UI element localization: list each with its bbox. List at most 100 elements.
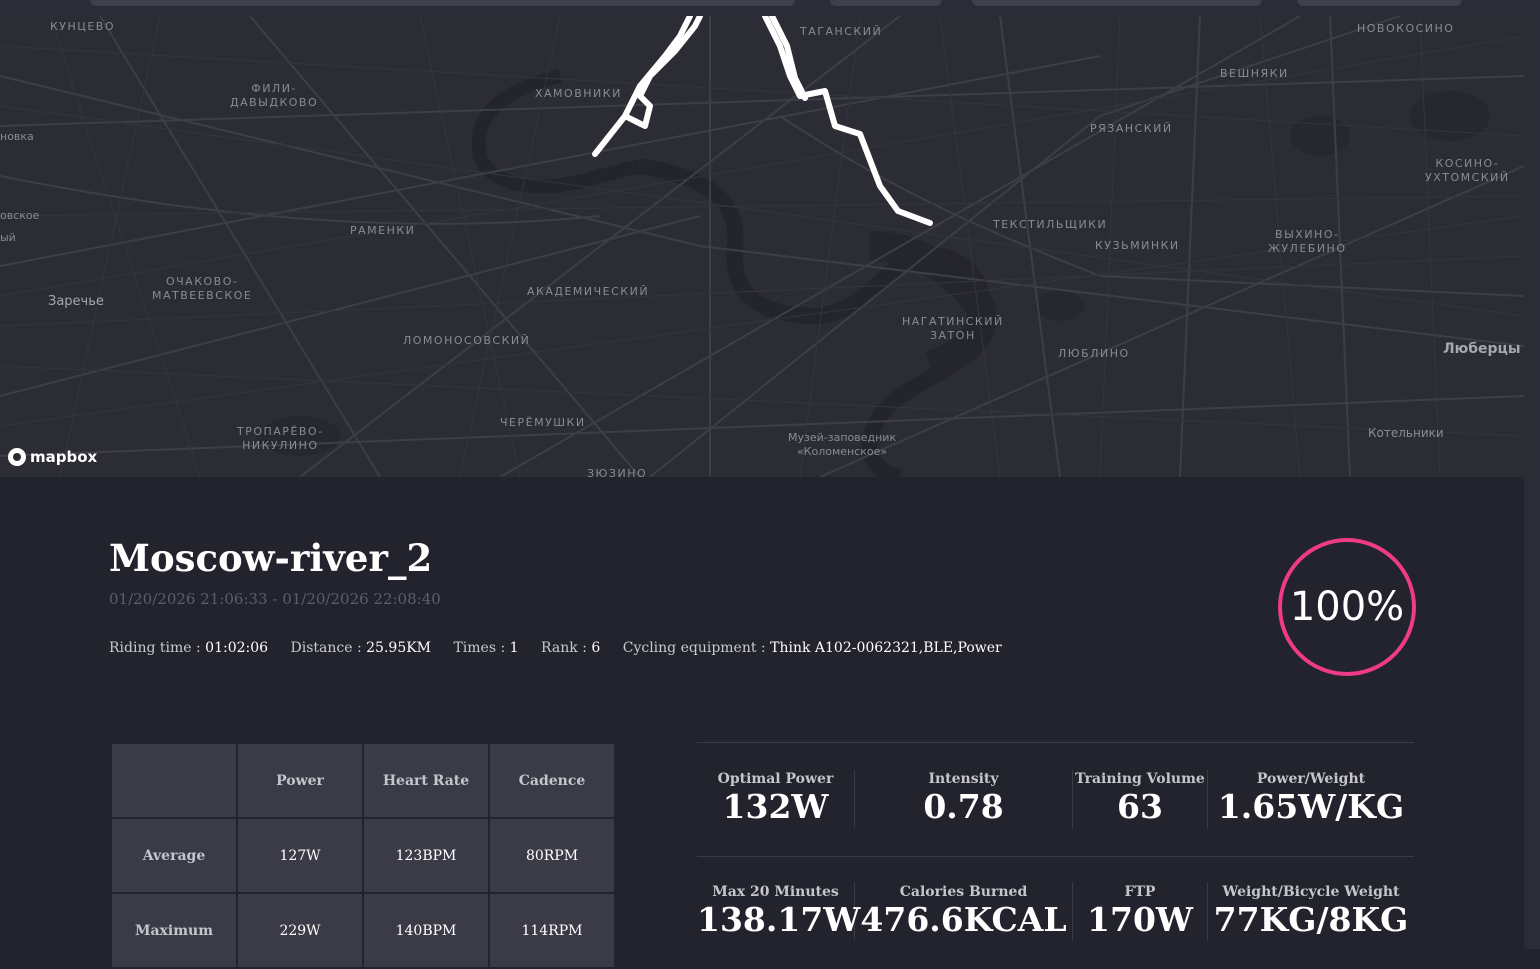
metric-value: 132W	[722, 787, 829, 826]
metric-label: Power/Weight	[1256, 771, 1366, 787]
mapbox-logo-icon	[8, 448, 26, 466]
table-row: Maximum 229W 140BPM 114RPM	[110, 892, 616, 969]
metric-value: 1.65W/KG	[1217, 787, 1405, 826]
map-label-edge-3: ый	[0, 231, 16, 244]
metric-label: Intensity	[928, 771, 999, 787]
table-cell: 123BPM	[362, 817, 490, 894]
metric-label: Max 20 Minutes	[712, 884, 839, 900]
route-map[interactable]: КУНЦЕВО ФИЛИ- ДАВЫДКОВО ХАМОВНИКИ ТАГАНС…	[0, 16, 1524, 477]
meta-times: Times : 1	[453, 640, 518, 656]
map-label-troparevo: ТРОПАРЁВО- НИКУЛИНО	[237, 425, 324, 452]
mapbox-attribution[interactable]: mapbox	[8, 448, 97, 466]
stats-table: Power Heart Rate Cadence Average 127W 12…	[110, 742, 616, 969]
riding-time-label: Riding time :	[109, 640, 206, 656]
meta-riding-time: Riding time : 01:02:06	[109, 640, 268, 656]
rank-label: Rank :	[541, 640, 592, 656]
equipment-value: Think A102-0062321,BLE,Power	[770, 640, 1002, 656]
times-label: Times :	[453, 640, 510, 656]
metric-value: 0.78	[923, 787, 1004, 826]
park-1	[1290, 116, 1350, 156]
table-header-cell: Cadence	[488, 742, 616, 819]
table-header-row: Power Heart Rate Cadence	[110, 742, 616, 819]
map-label-cheremushki: ЧЕРЁМУШКИ	[500, 416, 586, 429]
map-label-ryazansky: РЯЗАНСКИЙ	[1090, 122, 1173, 135]
metric-max-20-minutes: Max 20 Minutes 138.17W	[697, 883, 861, 939]
map-label-ramenki: РАМЕНКИ	[350, 224, 416, 237]
metrics-divider	[697, 742, 1414, 743]
table-cell: 140BPM	[362, 892, 490, 969]
top-tab-3[interactable]	[972, 0, 1262, 6]
table-header-cell: Power	[236, 742, 364, 819]
metric-weight-bicycle-weight: Weight/Bicycle Weight 77KG/8KG	[1208, 883, 1414, 939]
metric-label: Training Volume	[1075, 771, 1205, 787]
ride-meta: Riding time : 01:02:06 Distance : 25.95K…	[109, 640, 1020, 656]
distance-label: Distance :	[290, 640, 367, 656]
rank-value: 6	[591, 640, 601, 656]
map-label-edge-1: новка	[0, 130, 34, 143]
browser-top-bar	[0, 0, 1540, 16]
map-label-veshnyaki: ВЕШНЯКИ	[1220, 67, 1289, 80]
table-row: Average 127W 123BPM 80RPM	[110, 817, 616, 894]
map-label-tekstilshchiki: ТЕКСТИЛЬЩИКИ	[993, 218, 1108, 231]
map-label-ochakovo: ОЧАКОВО- МАТВЕЕВСКОЕ	[152, 275, 253, 302]
map-label-zyuzino: ЗЮЗИНО	[587, 467, 648, 477]
metric-optimal-power: Optimal Power 132W	[697, 770, 854, 826]
map-label-fili: ФИЛИ- ДАВЫДКОВО	[230, 82, 319, 109]
map-label-lomonosovsky: ЛОМОНОСОВСКИЙ	[403, 334, 531, 347]
top-tab-1[interactable]	[90, 0, 795, 6]
ride-date-range: 01/20/2026 21:06:33 - 01/20/2026 22:08:4…	[109, 590, 441, 608]
table-cell: 127W	[236, 817, 364, 894]
distance-value: 25.95KM	[366, 640, 432, 656]
table-cell: 229W	[236, 892, 364, 969]
metric-value: 77KG/8KG	[1213, 900, 1409, 939]
metric-label: Calories Burned	[899, 884, 1028, 900]
map-label-nagatinsky: НАГАТИНСКИЙ ЗАТОН	[902, 315, 1004, 342]
map-label-kuzminki: КУЗЬМИНКИ	[1095, 239, 1180, 252]
times-value: 1	[509, 640, 519, 656]
map-label-akademichesky: АКАДЕМИЧЕСКИЙ	[527, 285, 650, 298]
top-tab-2[interactable]	[830, 0, 942, 6]
metric-value: 138.17W	[697, 900, 861, 939]
ride-title: Moscow-river_2	[109, 536, 433, 580]
map-label-novokosino: НОВОКОСИНО	[1357, 22, 1455, 35]
table-row-label: Maximum	[110, 892, 238, 969]
metric-value: 476.6KCAL	[860, 900, 1067, 939]
park-3	[1035, 291, 1085, 321]
map-label-kuntsevo: КУНЦЕВО	[50, 20, 115, 33]
mapbox-logo-text: mapbox	[30, 448, 98, 466]
page-scrollbar[interactable]	[1524, 16, 1540, 949]
map-label-lyubertsy: Люберцы	[1443, 341, 1521, 357]
map-label-vykhino: ВЫХИНО- ЖУЛЕБИНО	[1268, 228, 1347, 255]
metric-ftp: FTP 170W	[1073, 883, 1207, 939]
metric-calories-burned: Calories Burned 476.6KCAL	[855, 883, 1072, 939]
table-cell: 80RPM	[488, 817, 616, 894]
meta-equipment: Cycling equipment : Think A102-0062321,B…	[623, 640, 1002, 656]
metric-value: 170W	[1087, 900, 1193, 939]
map-label-edge-2: овское	[0, 209, 40, 222]
metrics-divider	[697, 856, 1414, 857]
table-cell: 114RPM	[488, 892, 616, 969]
top-tab-4[interactable]	[1297, 0, 1462, 6]
completion-ring: 100%	[1278, 538, 1416, 676]
metric-value: 63	[1117, 787, 1163, 826]
table-header-cell: Heart Rate	[362, 742, 490, 819]
meta-distance: Distance : 25.95KM	[291, 640, 432, 656]
riding-time-value: 01:02:06	[205, 640, 269, 656]
metric-label: Optimal Power	[717, 771, 834, 787]
map-label-zarechye: Заречье	[48, 294, 104, 309]
map-label-kolomenskoe: Музей-заповедник «Коломенское»	[788, 431, 897, 458]
table-header-cell	[110, 742, 238, 819]
metric-intensity: Intensity 0.78	[855, 770, 1072, 826]
equipment-label: Cycling equipment :	[622, 640, 771, 656]
metric-power-weight: Power/Weight 1.65W/KG	[1208, 770, 1414, 826]
map-label-kotelniki: Котельники	[1368, 426, 1444, 440]
metric-label: Weight/Bicycle Weight	[1222, 884, 1400, 900]
meta-rank: Rank : 6	[541, 640, 600, 656]
map-label-tagansky: ТАГАНСКИЙ	[800, 25, 883, 38]
metric-label: FTP	[1124, 884, 1156, 900]
map-label-khamovniki: ХАМОВНИКИ	[535, 87, 622, 100]
map-label-kosino: КОСИНО- УХТОМСКИЙ	[1425, 157, 1510, 184]
metric-training-volume: Training Volume 63	[1073, 770, 1207, 826]
table-row-label: Average	[110, 817, 238, 894]
map-label-lyublino: ЛЮБЛИНО	[1058, 347, 1130, 360]
